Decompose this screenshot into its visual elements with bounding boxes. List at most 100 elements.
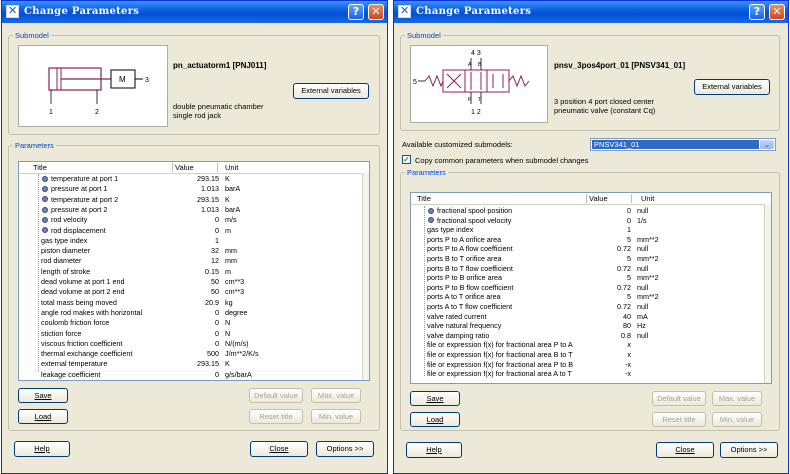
left-max-value-button[interactable]: Max. value <box>311 388 361 403</box>
parameter-value[interactable]: 1 <box>551 226 631 234</box>
chevron-down-icon[interactable]: ⌄ <box>760 140 774 149</box>
table-row[interactable]: stiction force 0 N <box>19 329 369 338</box>
table-row[interactable]: ports B to T flow coefficient 0.72 null <box>411 264 771 273</box>
left-list-scrollbar[interactable] <box>362 173 369 380</box>
close-icon[interactable]: ✕ <box>769 4 785 20</box>
parameter-value[interactable]: 40 <box>551 312 631 321</box>
right-close-button[interactable]: Close <box>656 442 714 458</box>
table-row[interactable]: file or expression f(x) for fractional a… <box>411 341 771 349</box>
table-row[interactable]: angle rod makes with horizontal 0 degree <box>19 309 369 317</box>
right-load-button[interactable]: Load <box>410 412 460 427</box>
parameter-value[interactable]: 0.8 <box>551 332 631 340</box>
table-row[interactable]: rod velocity 0 m/s <box>19 216 369 224</box>
left-col-title[interactable]: Title <box>33 163 47 172</box>
parameter-value[interactable]: 12 <box>139 257 219 265</box>
parameter-value[interactable]: 20.9 <box>139 298 219 307</box>
parameter-value[interactable]: 5 <box>551 274 631 282</box>
help-icon[interactable]: ? <box>348 4 364 20</box>
right-titlebar[interactable]: Change Parameters ? ✕ <box>394 1 788 23</box>
right-options-button[interactable]: Options >> <box>720 442 778 458</box>
left-titlebar[interactable]: Change Parameters ? ✕ <box>2 1 387 23</box>
right-max-value-button[interactable]: Max. value <box>712 391 762 406</box>
right-help-button[interactable]: Help <box>406 442 462 458</box>
table-row[interactable]: file or expression f(x) for fractional a… <box>411 351 771 359</box>
parameter-value[interactable]: 0.72 <box>551 284 631 292</box>
table-row[interactable]: pressure at port 2 1.013 barA <box>19 206 369 214</box>
table-row[interactable]: total mass being moved 20.9 kg <box>19 298 369 307</box>
parameter-value[interactable]: 50 <box>139 278 219 286</box>
table-row[interactable]: fractional spool position 0 null <box>411 207 771 215</box>
parameter-value[interactable]: 1.013 <box>139 206 219 214</box>
parameter-value[interactable]: x <box>551 351 631 359</box>
parameter-value[interactable]: 5 <box>551 293 631 301</box>
parameter-value[interactable]: 0 <box>139 371 219 379</box>
table-row[interactable]: ports P to A flow coefficient 0.72 null <box>411 245 771 253</box>
table-row[interactable]: valve rated current 40 mA <box>411 312 771 321</box>
parameter-value[interactable]: 0 <box>551 216 631 225</box>
table-row[interactable]: fractional spool velocity 0 1/s <box>411 216 771 225</box>
parameter-value[interactable]: 1.013 <box>139 185 219 193</box>
left-load-button[interactable]: Load <box>18 409 68 424</box>
left-col-value[interactable]: Value <box>175 163 194 172</box>
table-row[interactable]: file or expression f(x) for fractional a… <box>411 360 771 369</box>
right-save-button[interactable]: Save <box>410 391 460 406</box>
left-reset-title-button[interactable]: Reset title <box>249 409 303 424</box>
left-external-variables-button[interactable]: External variables <box>293 83 369 99</box>
help-icon[interactable]: ? <box>749 4 765 20</box>
parameter-value[interactable]: 0 <box>139 216 219 224</box>
table-row[interactable]: temperature at port 1 293.15 K <box>19 175 369 183</box>
parameter-value[interactable]: 0.72 <box>551 245 631 253</box>
right-col-unit[interactable]: Unit <box>641 194 654 203</box>
parameter-value[interactable]: 80 <box>551 322 631 330</box>
parameter-value[interactable]: 0 <box>139 340 219 348</box>
table-row[interactable]: coulomb friction force 0 N <box>19 319 369 327</box>
table-row[interactable]: viscous friction coefficient 0 N/(m/s) <box>19 340 369 348</box>
parameter-value[interactable]: 293.15 <box>139 360 219 368</box>
left-parameters-list[interactable]: Title Value Unit temperature at port 1 29… <box>18 161 370 381</box>
close-icon[interactable]: ✕ <box>368 4 384 20</box>
parameter-value[interactable]: 0 <box>551 207 631 215</box>
left-close-button[interactable]: Close <box>250 441 308 457</box>
parameter-value[interactable]: 0 <box>139 226 219 235</box>
table-row[interactable]: pressure at port 1 1.013 barA <box>19 185 369 193</box>
table-row[interactable]: thermal exchange coefficient 500 J/m**2/K/… <box>19 350 369 358</box>
parameter-value[interactable]: 5 <box>551 236 631 244</box>
parameter-value[interactable]: 500 <box>139 350 219 358</box>
table-row[interactable]: valve natural frequency 80 Hz <box>411 322 771 330</box>
table-row[interactable]: leakage coefficient 0 g/s/barA <box>19 371 369 379</box>
table-row[interactable]: gas type index 1 <box>19 237 369 245</box>
table-row[interactable]: ports A to T flow coefficient 0.72 null <box>411 303 771 311</box>
left-options-button[interactable]: Options >> <box>316 441 374 457</box>
parameter-value[interactable]: 293.15 <box>139 195 219 204</box>
table-row[interactable]: rod diameter 12 mm <box>19 257 369 265</box>
parameter-value[interactable]: 50 <box>139 288 219 296</box>
parameter-value[interactable]: 0 <box>139 309 219 317</box>
parameter-value[interactable]: 293.15 <box>139 175 219 183</box>
right-external-variables-button[interactable]: External variables <box>694 79 770 95</box>
parameter-value[interactable]: 0 <box>139 319 219 327</box>
table-row[interactable]: ports P to A orifice area 5 mm**2 <box>411 236 771 244</box>
right-col-value[interactable]: Value <box>589 194 608 203</box>
parameter-value[interactable]: -x <box>551 370 631 378</box>
table-row[interactable]: external temperature 293.15 K <box>19 360 369 368</box>
table-row[interactable]: dead volume at port 2 end 50 cm**3 <box>19 288 369 296</box>
parameter-value[interactable]: 5 <box>551 255 631 263</box>
left-help-button[interactable]: Help <box>14 441 70 457</box>
right-min-value-button[interactable]: Min. value <box>712 412 762 427</box>
left-save-button[interactable]: Save <box>18 388 68 403</box>
parameter-value[interactable]: 0.72 <box>551 303 631 311</box>
copy-parameters-checkbox[interactable]: ✓ <box>402 155 411 164</box>
parameter-value[interactable]: -x <box>551 360 631 369</box>
table-row[interactable]: ports A to T orifice area 5 mm**2 <box>411 293 771 301</box>
right-col-title[interactable]: Title <box>417 194 431 203</box>
table-row[interactable]: temperature at port 2 293.15 K <box>19 195 369 204</box>
parameter-value[interactable]: 32 <box>139 247 219 255</box>
parameter-value[interactable]: 0 <box>139 329 219 338</box>
table-row[interactable]: ports P to B flow coefficient 0.72 null <box>411 284 771 292</box>
left-col-unit[interactable]: Unit <box>225 163 238 172</box>
table-row[interactable]: ports P to B orifice area 5 mm**2 <box>411 274 771 282</box>
table-row[interactable]: ports B to T orifice area 5 mm**2 <box>411 255 771 263</box>
table-row[interactable]: rod displacement 0 m <box>19 226 369 235</box>
table-row[interactable]: length of stroke 0.15 m <box>19 268 369 276</box>
parameter-value[interactable]: 0.72 <box>551 264 631 273</box>
